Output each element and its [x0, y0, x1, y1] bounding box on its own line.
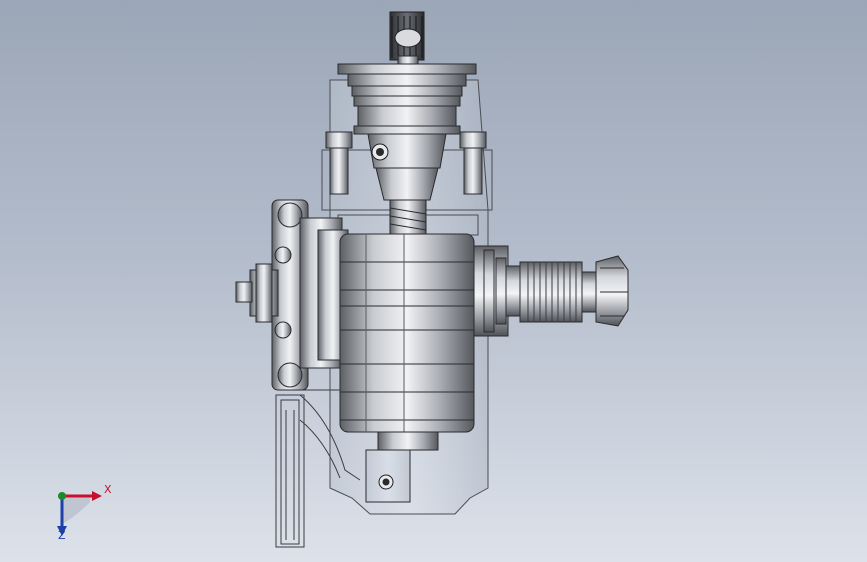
valve-assembly — [235, 199, 349, 391]
bleed-fitting — [371, 143, 389, 161]
output-shaft — [473, 245, 629, 337]
cad-viewport[interactable]: X Y Z — [0, 0, 867, 562]
steering-gear-model[interactable] — [0, 0, 867, 562]
mounting-boss — [365, 449, 411, 503]
triad-plane — [62, 496, 90, 524]
main-cylinder — [339, 233, 475, 451]
input-shaft — [389, 11, 425, 67]
worm-gear — [389, 199, 427, 237]
x-axis-label: X — [104, 483, 112, 496]
orientation-triad: X Y Z — [40, 478, 120, 548]
y-axis-dot — [58, 492, 66, 500]
x-axis-arrowhead — [92, 491, 102, 501]
z-axis-label: Z — [58, 529, 66, 542]
